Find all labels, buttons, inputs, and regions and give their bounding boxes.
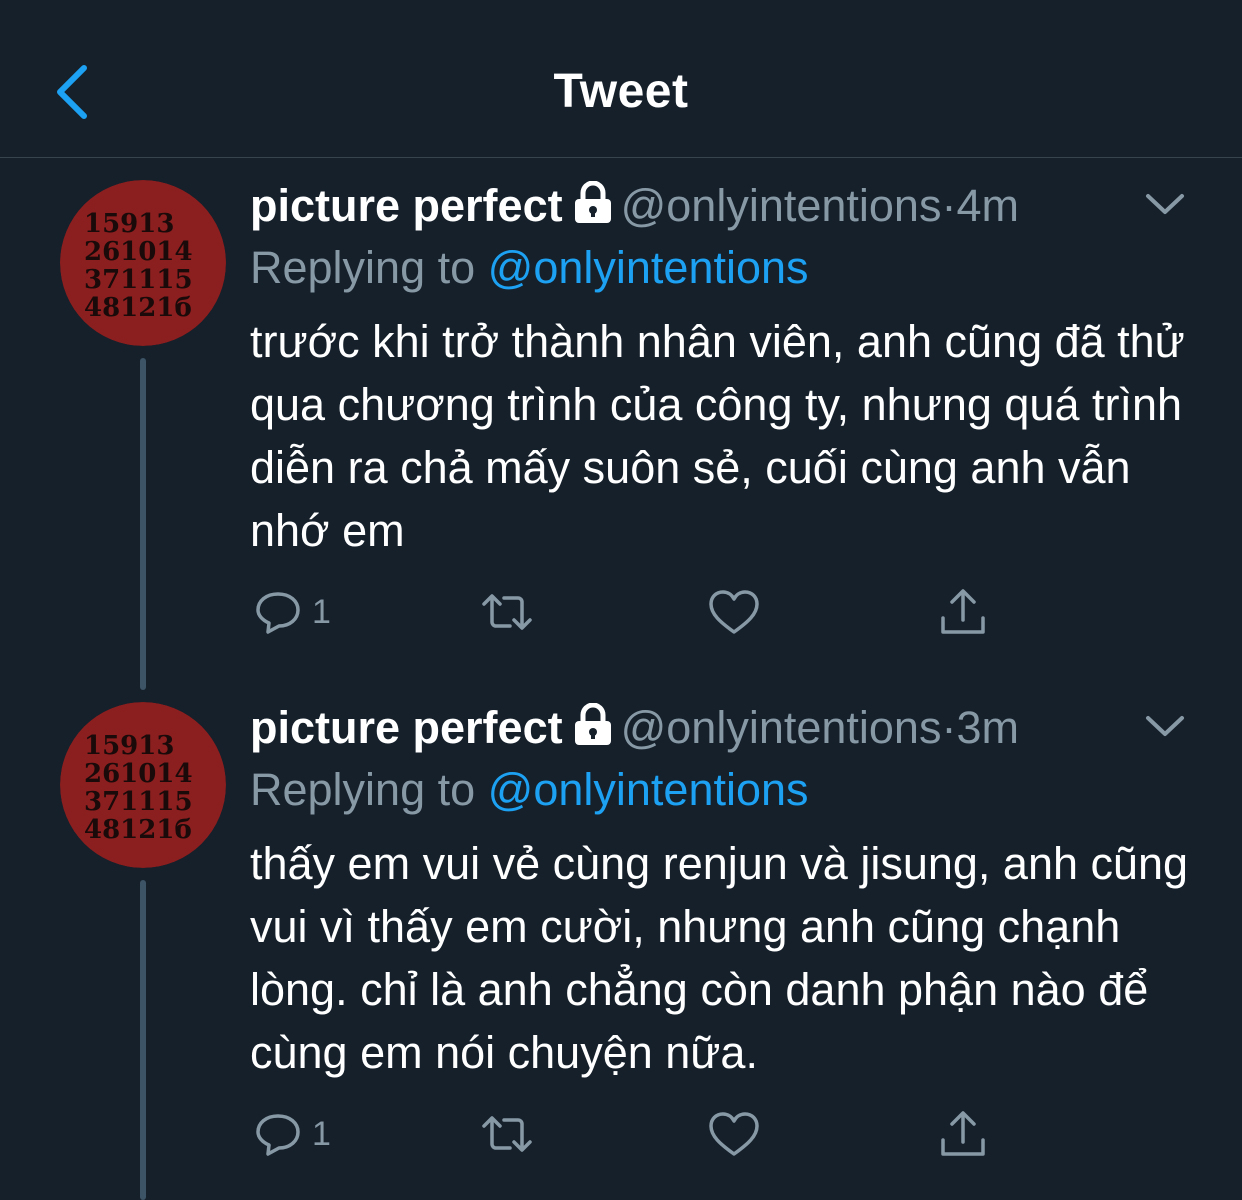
separator-dot: · (941, 702, 957, 753)
separator-dot: · (941, 180, 957, 231)
like-button[interactable] (708, 1106, 760, 1162)
heart-icon (709, 1112, 759, 1156)
username[interactable]: @onlyintentions (621, 702, 942, 753)
thread-line (140, 358, 146, 690)
display-name[interactable]: picture perfect (250, 180, 563, 231)
reply-button[interactable]: 1 (254, 584, 331, 640)
chevron-down-icon (1146, 194, 1184, 214)
avatar[interactable]: 15913 261014 371115 48121б (60, 180, 226, 346)
svg-text:261014: 261014 (84, 237, 193, 267)
reply-icon (256, 592, 300, 634)
retweet-button[interactable] (478, 1106, 536, 1162)
reply-to-link[interactable]: @onlyintentions (488, 764, 809, 815)
svg-text:48121б: 48121б (84, 815, 192, 845)
svg-text:371115: 371115 (84, 265, 193, 295)
svg-text:48121б: 48121б (84, 293, 192, 323)
replying-to: Replying to @onlyintentions (250, 764, 809, 815)
share-button[interactable] (938, 584, 988, 640)
tweet-options-button[interactable] (1140, 186, 1190, 226)
username[interactable]: @onlyintentions (621, 180, 942, 231)
share-icon (941, 1111, 985, 1156)
reply-count: 1 (312, 592, 331, 631)
chevron-down-icon (1146, 716, 1184, 736)
timestamp[interactable]: 4m (956, 180, 1019, 231)
svg-text:15913: 15913 (84, 731, 174, 761)
replying-to: Replying to @onlyintentions (250, 242, 809, 293)
retweet-button[interactable] (478, 584, 536, 640)
thread-line (140, 880, 146, 1200)
reply-icon (256, 1114, 300, 1156)
retweet-icon (482, 594, 532, 630)
like-button[interactable] (708, 584, 760, 640)
share-button[interactable] (938, 1106, 988, 1162)
tweet-text: thấy em vui vẻ cùng renjun và jisung, an… (250, 838, 1189, 1078)
page-title: Tweet (553, 65, 689, 118)
svg-text:371115: 371115 (84, 787, 193, 817)
tweet-options-button[interactable] (1140, 708, 1190, 748)
svg-text:15913: 15913 (84, 209, 174, 239)
top-bar: Tweet (0, 0, 1242, 158)
retweet-icon (482, 1116, 532, 1152)
svg-text:261014: 261014 (84, 759, 193, 789)
avatar[interactable]: 15913 261014 371115 48121б (60, 702, 226, 868)
reply-to-link[interactable]: @onlyintentions (488, 242, 809, 293)
reply-count: 1 (312, 1114, 331, 1153)
timestamp[interactable]: 3m (956, 702, 1019, 753)
action-bar: 1 (250, 584, 1010, 640)
tweet-text: trước khi trở thành nhân viên, anh cũng … (250, 316, 1185, 556)
lock-icon (571, 180, 615, 236)
display-name[interactable]: picture perfect (250, 702, 563, 753)
tweet-header: picture perfect @onlyintentions·4m (250, 180, 1019, 240)
heart-icon (709, 590, 759, 634)
action-bar: 1 (250, 1106, 1010, 1162)
share-icon (941, 589, 985, 634)
lock-icon (571, 702, 615, 758)
tweet-header: picture perfect @onlyintentions·3m (250, 702, 1019, 762)
reply-button[interactable]: 1 (254, 1106, 331, 1162)
